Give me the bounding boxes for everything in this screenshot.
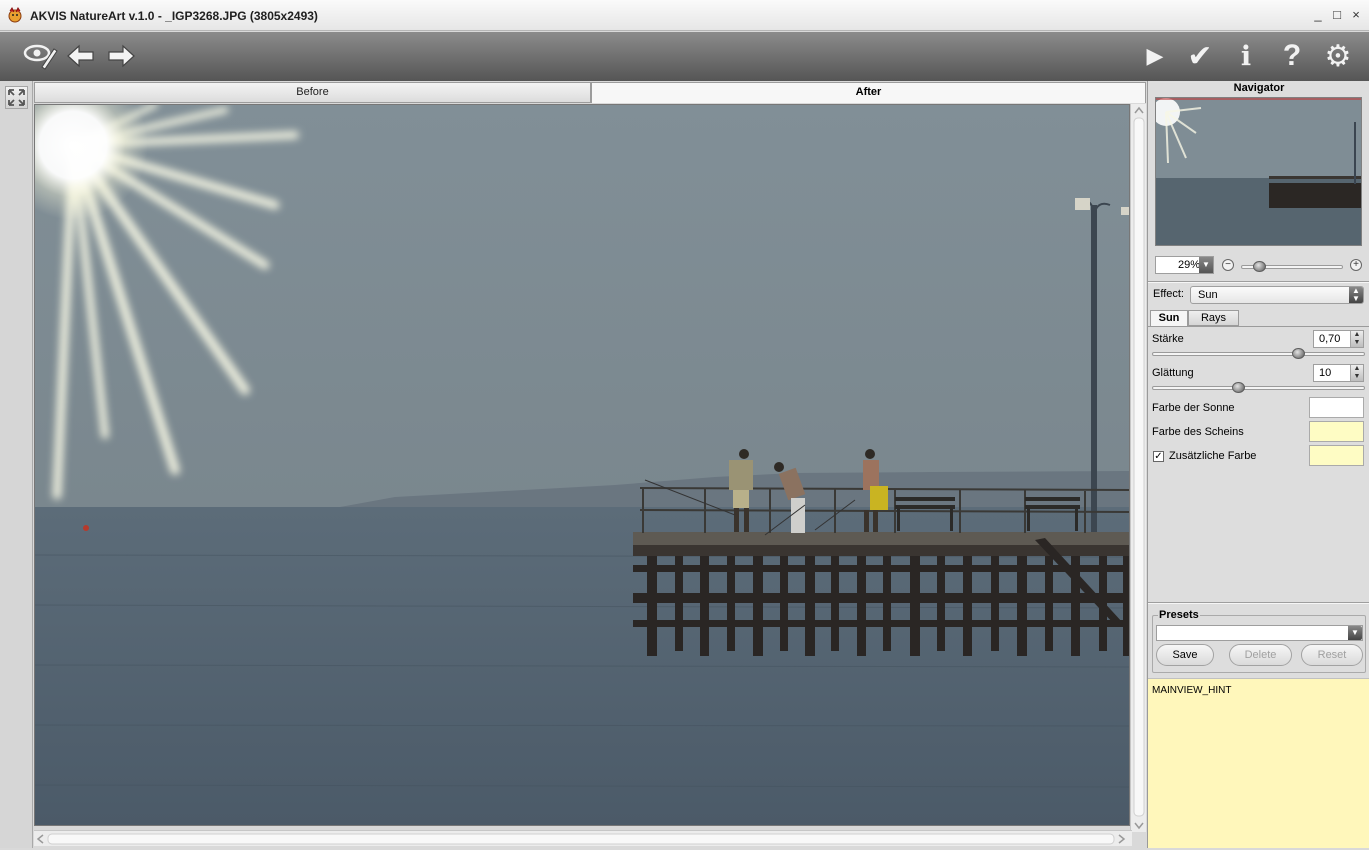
spin-arrows-icon[interactable]: ▲ ▼ (1350, 365, 1363, 381)
maximize-button[interactable]: □ (1329, 7, 1345, 23)
settings-gear-icon[interactable]: ⚙ (1320, 38, 1356, 74)
main-image-view[interactable] (34, 104, 1130, 826)
navigator-thumbnail (1156, 98, 1361, 245)
preset-dropdown[interactable]: ▼ (1156, 625, 1363, 641)
play-icon[interactable]: ▶ (1137, 38, 1173, 74)
staerke-slider-track[interactable] (1152, 352, 1365, 356)
expand-arrows-icon (8, 89, 25, 106)
reset-preset-button[interactable]: Reset (1301, 644, 1363, 666)
zoom-value: 29% (1177, 259, 1200, 271)
zusatz-label: Zusätzliche Farbe (1169, 450, 1257, 462)
title-bar: AKVIS NatureArt v.1.0 - _IGP3268.JPG (38… (0, 0, 1369, 31)
zoom-out-button[interactable]: − (1222, 259, 1234, 271)
eye-brush-icon[interactable] (22, 38, 58, 74)
staerke-value: 0,70 (1319, 333, 1341, 345)
glaettung-spinbox[interactable]: 10 ▲ ▼ (1313, 364, 1364, 382)
glaettung-value: 10 (1319, 367, 1332, 379)
zoom-combobox[interactable]: 29% ▼ (1155, 256, 1214, 274)
chevron-down-icon[interactable]: ▼ (1348, 626, 1362, 640)
glaettung-label: Glättung (1152, 367, 1194, 379)
photo-canvas (35, 105, 1129, 825)
buoy (83, 525, 89, 531)
settings-panel: Navigator 29% ▼ − + Effect: Sun ▲ ▼ Sun R… (1147, 81, 1369, 848)
farbe-schein-label: Farbe des Scheins (1152, 426, 1244, 438)
staerke-spinbox[interactable]: 0,70 ▲ ▼ (1313, 330, 1364, 348)
vertical-scrollbar[interactable] (1130, 104, 1146, 832)
view-tabs: Before After (34, 81, 1146, 103)
horizontal-scrollbar[interactable] (34, 830, 1132, 846)
tab-after[interactable]: After (591, 82, 1146, 103)
delete-preset-button[interactable]: Delete (1229, 644, 1292, 666)
navigator-preview[interactable] (1155, 97, 1362, 246)
spin-arrows-icon[interactable]: ▲ ▼ (1350, 331, 1363, 347)
akvis-app-icon (8, 7, 22, 23)
presets-title: Presets (1158, 609, 1200, 621)
left-tool-strip (0, 81, 33, 848)
staerke-label: Stärke (1152, 333, 1184, 345)
zusatz-checkbox[interactable]: ✓ (1153, 451, 1164, 462)
horizontal-scroll-arrows (36, 833, 1126, 845)
effect-label: Effect: (1153, 288, 1184, 300)
checkmark-icon[interactable]: ✔ (1182, 38, 1218, 74)
effect-value: Sun (1198, 289, 1218, 301)
close-button[interactable]: × (1348, 7, 1364, 23)
chevron-down-icon[interactable]: ▼ (1199, 257, 1213, 273)
divider (1148, 602, 1369, 604)
tab-sun[interactable]: Sun (1150, 310, 1188, 327)
staerke-slider-thumb[interactable] (1292, 348, 1305, 359)
save-preset-button[interactable]: Save (1156, 644, 1214, 666)
fit-to-view-button[interactable] (5, 86, 28, 109)
help-icon[interactable]: ? (1274, 38, 1310, 74)
tab-rays[interactable]: Rays (1188, 310, 1239, 326)
redo-arrow-icon[interactable] (103, 38, 139, 74)
minimize-button[interactable]: _ (1310, 7, 1326, 23)
glaettung-slider-thumb[interactable] (1232, 382, 1245, 393)
farbe-sonne-label: Farbe der Sonne (1152, 402, 1235, 414)
tab-before[interactable]: Before (34, 82, 591, 103)
vertical-scroll-arrows (1133, 106, 1145, 830)
hint-area: MAINVIEW_HINT (1148, 678, 1369, 848)
window-title: AKVIS NatureArt v.1.0 - _IGP3268.JPG (38… (30, 9, 318, 23)
divider (1148, 281, 1369, 283)
zoom-in-button[interactable]: + (1350, 259, 1362, 271)
undo-arrow-icon[interactable] (63, 38, 99, 74)
glow-color-swatch[interactable] (1309, 421, 1364, 442)
chevron-updown-icon: ▲ ▼ (1349, 287, 1363, 303)
effect-dropdown[interactable]: Sun ▲ ▼ (1190, 286, 1364, 304)
glaettung-slider-track[interactable] (1152, 386, 1365, 390)
sun-color-swatch[interactable] (1309, 397, 1364, 418)
main-toolbar: ▶ ✔ i ? ⚙ (0, 32, 1369, 81)
extra-color-swatch[interactable] (1309, 445, 1364, 466)
zoom-slider-thumb[interactable] (1253, 261, 1267, 272)
info-icon[interactable]: i (1228, 38, 1264, 74)
navigator-title: Navigator (1233, 82, 1285, 94)
